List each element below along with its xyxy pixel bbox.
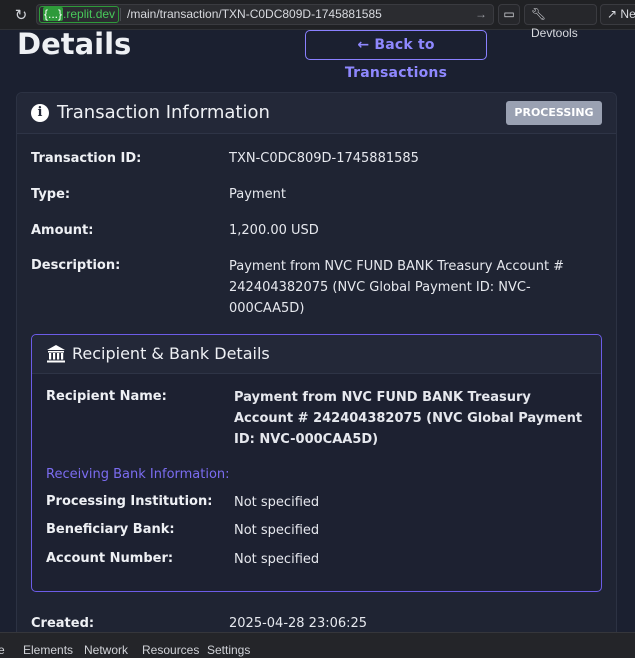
go-arrow-icon[interactable]: → [475,5,487,24]
browser-toolbar: ↻ {...}.replit.dev /main/transaction/TXN… [0,0,635,40]
transaction-id-label: Transaction ID: [31,151,142,166]
recipient-name-value: Payment from NVC FUND BANK Treasury Acco… [234,390,583,447]
account-number-label: Account Number: [46,551,174,566]
account-number-value: Not specified [234,552,320,567]
tab-elements[interactable]: Elements [23,643,73,657]
new-tab-button[interactable]: ↗ Ne [600,4,635,25]
devtools-label: Devtools [531,26,578,40]
reload-icon[interactable]: ↻ [12,6,30,24]
new-tab-label: Ne [620,7,635,21]
recipient-name-label: Recipient Name: [46,389,167,404]
recipient-title: Recipient & Bank Details [72,344,270,363]
type-value: Payment [229,187,286,202]
tab-settings[interactable]: Settings [207,643,250,657]
tab-network[interactable]: Network [84,643,128,657]
processing-institution-value: Not specified [234,495,320,510]
host-badge: {...}.replit.dev [39,6,120,23]
tab-resources[interactable]: Resources [142,643,199,657]
description-value: Payment from NVC FUND BANK Treasury Acco… [229,259,565,316]
host-prefix: {...} [43,7,64,21]
description-label: Description: [31,258,121,273]
bank-icon [47,345,65,363]
url-divider [120,8,121,21]
amount-value: 1,200.00 USD [229,223,319,238]
card-title: Transaction Information [57,102,270,123]
processing-institution-label: Processing Institution: [46,494,213,509]
host-text: .replit.dev [63,7,116,21]
arrow-left-icon: ← [357,37,370,53]
wrench-icon: 🔧︎ [531,7,547,21]
recipient-section: Recipient & Bank Details Recipient Name:… [31,334,602,592]
card-header: i Transaction Information PROCESSING [17,93,616,134]
external-link-icon: ↗ [607,7,618,21]
page-title: Details [17,27,132,61]
created-value: 2025-04-28 23:06:25 [229,616,368,631]
recipient-header: Recipient & Bank Details [32,335,601,374]
url-path[interactable]: /main/transaction/TXN-C0DC809D-174588158… [127,5,382,24]
beneficiary-bank-label: Beneficiary Bank: [46,522,175,537]
back-to-transactions-button[interactable]: ← Back to Transactions [305,30,487,81]
amount-label: Amount: [31,223,94,238]
transaction-id-value: TXN-C0DC809D-1745881585 [229,151,419,166]
receiving-bank-heading: Receiving Bank Information: [46,467,230,482]
address-bar[interactable]: {...}.replit.dev /main/transaction/TXN-C… [36,4,494,25]
screen-icon[interactable]: ▭ [498,4,520,25]
devtools-tabbar: e Elements Network Resources Settings [0,632,635,658]
info-icon: i [31,104,49,122]
created-label: Created: [31,616,95,631]
tab-console[interactable]: e [0,643,5,657]
status-badge: PROCESSING [506,101,602,125]
beneficiary-bank-value: Not specified [234,523,320,538]
devtools-button[interactable]: 🔧︎ Devtools [524,4,597,40]
type-label: Type: [31,187,71,202]
